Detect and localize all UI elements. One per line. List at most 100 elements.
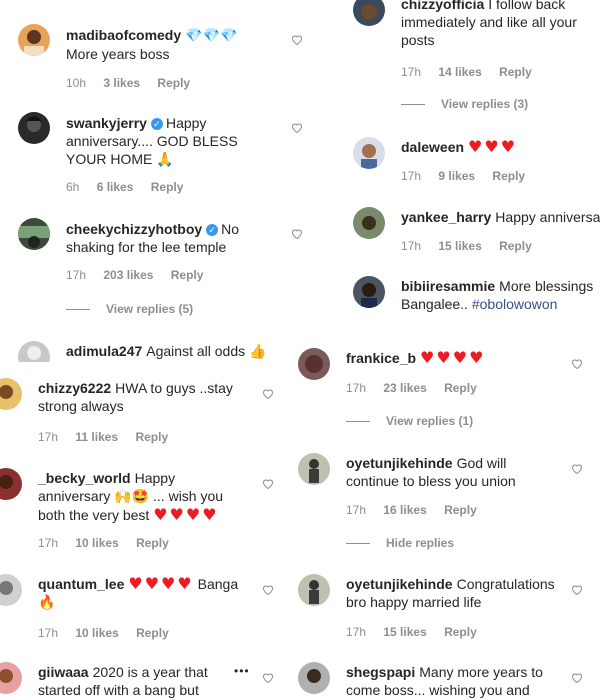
like-count[interactable]: 6 likes — [97, 180, 134, 194]
heart-outline-icon[interactable] — [571, 584, 583, 596]
reply-link[interactable]: Reply — [157, 76, 190, 90]
thumbs-up-emoji: 👍 — [249, 344, 267, 360]
username[interactable]: swankyjerry — [66, 115, 147, 131]
comment-_becky_world: _becky_world Happy anniversary 🙌🤩 ... wis… — [0, 468, 285, 558]
view-replies-button[interactable]: View replies (3) — [401, 97, 528, 111]
avatar[interactable] — [18, 24, 50, 56]
reply-link[interactable]: Reply — [499, 239, 532, 253]
verified-badge-icon: ✓ — [150, 118, 163, 131]
username[interactable]: madibaofcomedy — [66, 27, 181, 43]
like-count[interactable]: 10 likes — [75, 536, 118, 550]
username[interactable]: bibiiresammie — [401, 278, 495, 294]
avatar[interactable] — [298, 348, 330, 380]
like-count[interactable]: 14 likes — [438, 65, 481, 79]
timestamp: 17h — [346, 381, 367, 395]
reply-link[interactable]: Reply — [135, 430, 168, 444]
like-count[interactable]: 203 likes — [103, 268, 153, 282]
comment-oyetunjikehinde-1: oyetunjikehinde God will continue to bles… — [298, 453, 598, 553]
reply-link[interactable]: Reply — [171, 268, 204, 282]
username[interactable]: adimula247 — [66, 343, 142, 359]
reply-link[interactable]: Reply — [444, 381, 477, 395]
reply-link[interactable]: Reply — [444, 625, 477, 639]
timestamp: 10h — [66, 76, 87, 90]
hashtag-link[interactable]: #obolowowon — [472, 296, 558, 312]
like-count[interactable]: 9 likes — [438, 169, 475, 183]
avatar[interactable] — [18, 341, 50, 362]
avatar[interactable] — [298, 453, 330, 485]
heart-outline-icon[interactable] — [262, 388, 274, 400]
avatar[interactable] — [353, 137, 385, 169]
username[interactable]: oyetunjikehinde — [346, 455, 453, 471]
comment-text: Happy anniversary — [495, 209, 600, 225]
avatar[interactable] — [298, 574, 330, 606]
reply-link[interactable]: Reply — [151, 180, 184, 194]
avatar[interactable] — [18, 218, 50, 250]
like-count[interactable]: 23 likes — [383, 381, 426, 395]
username[interactable]: giiwaaa — [38, 664, 89, 680]
avatar[interactable] — [0, 574, 22, 606]
celebrate-emoji: 🙌🤩 — [114, 489, 150, 505]
username[interactable]: cheekychizzyhotboy — [66, 221, 202, 237]
avatar[interactable] — [353, 207, 385, 239]
like-count[interactable]: 16 likes — [383, 503, 426, 517]
like-count[interactable]: 3 likes — [103, 76, 140, 90]
comment-text: More years boss — [66, 46, 170, 62]
username[interactable]: chizzy6222 — [38, 380, 111, 396]
hearts-emoji: ♥♥♥♥ — [153, 505, 219, 524]
bottom-right-comments-panel: frankice_b ♥♥♥♥ 17h 23 likes Reply View r… — [288, 348, 600, 700]
heart-outline-icon[interactable] — [262, 478, 274, 490]
username[interactable]: yankee_harry — [401, 209, 491, 225]
like-count[interactable]: 11 likes — [75, 430, 118, 444]
avatar[interactable] — [0, 378, 22, 410]
avatar[interactable] — [353, 276, 385, 308]
avatar[interactable] — [298, 662, 330, 694]
heart-outline-icon[interactable] — [291, 34, 303, 46]
avatar[interactable] — [353, 0, 385, 26]
like-count[interactable]: 15 likes — [438, 239, 481, 253]
comment-text: Banga — [197, 576, 239, 592]
timestamp: 17h — [38, 430, 59, 444]
comment-adimula247: adimula247 Against all odds 👍 — [18, 341, 308, 362]
timestamp: 17h — [346, 625, 367, 639]
like-count[interactable]: 10 likes — [75, 626, 118, 640]
username[interactable]: quantum_lee — [38, 576, 124, 592]
comment-madibaofcomedy: madibaofcomedy 💎💎💎 More years boss 10h 3 … — [18, 24, 308, 94]
like-count[interactable]: 15 likes — [383, 625, 426, 639]
username[interactable]: shegspapi — [346, 664, 415, 680]
more-options-icon[interactable]: ••• — [234, 664, 250, 678]
heart-outline-icon[interactable] — [262, 584, 274, 596]
comment-daleween: daleween ♥♥♥ 17h 9 likes Reply — [353, 137, 600, 187]
heart-outline-icon[interactable] — [291, 122, 303, 134]
view-replies-label: View replies (1) — [386, 414, 474, 428]
avatar[interactable] — [0, 468, 22, 500]
username[interactable]: chizzyofficia — [401, 0, 484, 12]
reply-link[interactable]: Reply — [492, 169, 525, 183]
comment-bibiiresammie: bibiiresammie More blessings Bangalee.. #… — [353, 276, 600, 316]
heart-outline-icon[interactable] — [571, 672, 583, 684]
gem-emoji: 💎💎💎 — [185, 28, 238, 44]
comment-swankyjerry: swankyjerry ✓ Happy anniversary.... GOD BL… — [18, 112, 308, 197]
avatar[interactable] — [0, 662, 22, 694]
username[interactable]: daleween — [401, 139, 464, 155]
username[interactable]: oyetunjikehinde — [346, 576, 453, 592]
view-replies-button[interactable]: View replies (1) — [346, 414, 473, 428]
reply-link[interactable]: Reply — [136, 626, 169, 640]
hearts-emoji: ♥♥♥♥ — [128, 574, 194, 593]
username[interactable]: frankice_b — [346, 350, 416, 366]
avatar[interactable] — [18, 112, 50, 144]
timestamp: 17h — [401, 169, 422, 183]
reply-link[interactable]: Reply — [499, 65, 532, 79]
username[interactable]: _becky_world — [38, 470, 131, 486]
heart-outline-icon[interactable] — [571, 463, 583, 475]
view-replies-label: View replies (3) — [441, 97, 529, 111]
heart-outline-icon[interactable] — [571, 358, 583, 370]
timestamp: 17h — [38, 626, 59, 640]
timestamp: 17h — [38, 536, 59, 550]
heart-outline-icon[interactable] — [262, 672, 274, 684]
heart-outline-icon[interactable] — [291, 228, 303, 240]
hide-replies-button[interactable]: Hide replies — [346, 536, 454, 550]
view-replies-button[interactable]: View replies (5) — [66, 302, 193, 316]
reply-link[interactable]: Reply — [444, 503, 477, 517]
comment-frankice_b: frankice_b ♥♥♥♥ 17h 23 likes Reply View r… — [298, 348, 598, 438]
reply-link[interactable]: Reply — [136, 536, 169, 550]
